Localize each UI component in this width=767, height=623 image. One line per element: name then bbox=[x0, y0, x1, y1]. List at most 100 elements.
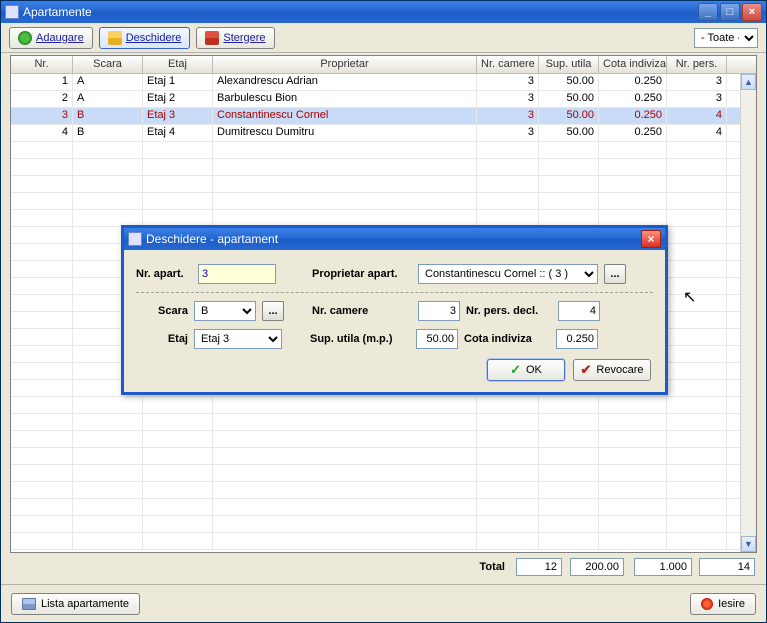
etaj-select[interactable]: Etaj 3 bbox=[194, 329, 282, 349]
cell: 4 bbox=[667, 108, 727, 124]
cell bbox=[477, 159, 539, 175]
scroll-down-icon[interactable]: ▼ bbox=[741, 536, 756, 552]
cell bbox=[667, 312, 727, 328]
table-row[interactable]: 4BEtaj 4Dumitrescu Dumitru350.000.2504 bbox=[11, 125, 756, 142]
table-row[interactable]: 3BEtaj 3Constantinescu Cornel350.000.250… bbox=[11, 108, 756, 125]
table-row[interactable] bbox=[11, 499, 756, 516]
col-proprietar[interactable]: Proprietar bbox=[213, 56, 477, 73]
table-row[interactable] bbox=[11, 516, 756, 533]
ok-button[interactable]: ✓ OK bbox=[487, 359, 565, 381]
cell bbox=[539, 397, 599, 413]
col-pers[interactable]: Nr. pers. bbox=[667, 56, 727, 73]
scara-lookup-button[interactable]: ... bbox=[262, 301, 284, 321]
label-etaj: Etaj bbox=[150, 333, 188, 345]
cell bbox=[667, 193, 727, 209]
cell bbox=[11, 499, 73, 515]
table-row[interactable]: 1AEtaj 1Alexandrescu Adrian350.000.2503 bbox=[11, 74, 756, 91]
table-row[interactable] bbox=[11, 414, 756, 431]
cell bbox=[11, 142, 73, 158]
cell: Barbulescu Bion bbox=[213, 91, 477, 107]
cell bbox=[477, 414, 539, 430]
table-row[interactable]: 2AEtaj 2Barbulescu Bion350.000.2503 bbox=[11, 91, 756, 108]
table-row[interactable] bbox=[11, 142, 756, 159]
proprietar-lookup-button[interactable]: ... bbox=[604, 264, 626, 284]
exit-button[interactable]: Iesire bbox=[690, 593, 756, 615]
print-icon bbox=[22, 598, 36, 610]
close-button[interactable]: × bbox=[742, 3, 762, 21]
cell bbox=[73, 431, 143, 447]
window-title: Apartamente bbox=[23, 5, 698, 19]
table-row[interactable] bbox=[11, 482, 756, 499]
cell: 50.00 bbox=[539, 74, 599, 90]
cell: A bbox=[73, 74, 143, 90]
table-row[interactable] bbox=[11, 397, 756, 414]
cell bbox=[73, 193, 143, 209]
total-cota: 1.000 bbox=[634, 558, 692, 576]
print-list-button[interactable]: Lista apartamente bbox=[11, 593, 140, 615]
cell bbox=[667, 516, 727, 532]
proprietar-select[interactable]: Constantinescu Cornel :: ( 3 ) bbox=[418, 264, 598, 284]
maximize-button[interactable]: □ bbox=[720, 3, 740, 21]
cell bbox=[73, 176, 143, 192]
cell bbox=[477, 142, 539, 158]
cell: 50.00 bbox=[539, 108, 599, 124]
check-icon: ✓ bbox=[510, 362, 521, 378]
col-etaj[interactable]: Etaj bbox=[143, 56, 213, 73]
cell bbox=[213, 533, 477, 549]
toolbar: Adaugare Deschidere Stergere - Toate - bbox=[1, 23, 766, 53]
main-window: Apartamente _ □ × Adaugare Deschidere St… bbox=[0, 0, 767, 623]
nr-camere-input[interactable] bbox=[418, 301, 460, 321]
scroll-up-icon[interactable]: ▲ bbox=[741, 74, 756, 90]
cancel-button[interactable]: ✔ Revocare bbox=[573, 359, 651, 381]
open-button[interactable]: Deschidere bbox=[99, 27, 191, 49]
cell bbox=[11, 261, 73, 277]
table-row[interactable] bbox=[11, 193, 756, 210]
titlebar[interactable]: Apartamente _ □ × bbox=[1, 1, 766, 23]
filter-select[interactable]: - Toate - bbox=[694, 28, 758, 48]
cell: A bbox=[73, 91, 143, 107]
dialog-icon bbox=[128, 232, 142, 246]
sup-utila-input[interactable] bbox=[416, 329, 458, 349]
cell bbox=[599, 176, 667, 192]
table-row[interactable] bbox=[11, 533, 756, 550]
col-cota[interactable]: Cota indiviza bbox=[599, 56, 667, 73]
table-row[interactable] bbox=[11, 176, 756, 193]
col-scara[interactable]: Scara bbox=[73, 56, 143, 73]
cell bbox=[539, 465, 599, 481]
nr-apart-input[interactable] bbox=[198, 264, 276, 284]
cell: 0.250 bbox=[599, 74, 667, 90]
table-row[interactable] bbox=[11, 465, 756, 482]
cell bbox=[599, 431, 667, 447]
cell: 4 bbox=[667, 125, 727, 141]
table-row[interactable] bbox=[11, 431, 756, 448]
nr-pers-input[interactable] bbox=[558, 301, 600, 321]
delete-button[interactable]: Stergere bbox=[196, 27, 274, 49]
col-nr[interactable]: Nr. bbox=[11, 56, 73, 73]
dialog-close-button[interactable]: × bbox=[641, 230, 661, 248]
table-row[interactable] bbox=[11, 159, 756, 176]
cell bbox=[143, 159, 213, 175]
cell bbox=[599, 448, 667, 464]
cell bbox=[477, 448, 539, 464]
cell bbox=[667, 448, 727, 464]
ok-label: OK bbox=[526, 364, 542, 376]
col-sup[interactable]: Sup. utila bbox=[539, 56, 599, 73]
scara-select[interactable]: B bbox=[194, 301, 256, 321]
cota-input[interactable] bbox=[556, 329, 598, 349]
cell bbox=[667, 482, 727, 498]
cell bbox=[667, 380, 727, 396]
add-button[interactable]: Adaugare bbox=[9, 27, 93, 49]
cell bbox=[143, 414, 213, 430]
cell bbox=[143, 448, 213, 464]
cell: B bbox=[73, 125, 143, 141]
scrollbar[interactable]: ▲ ▼ bbox=[740, 74, 756, 552]
cell bbox=[213, 465, 477, 481]
col-camere[interactable]: Nr. camere bbox=[477, 56, 539, 73]
cell bbox=[143, 176, 213, 192]
dialog-titlebar[interactable]: Deschidere - apartament × bbox=[124, 228, 665, 250]
cell bbox=[599, 210, 667, 226]
cell bbox=[539, 176, 599, 192]
table-row[interactable] bbox=[11, 448, 756, 465]
cell: 3 bbox=[477, 74, 539, 90]
minimize-button[interactable]: _ bbox=[698, 3, 718, 21]
